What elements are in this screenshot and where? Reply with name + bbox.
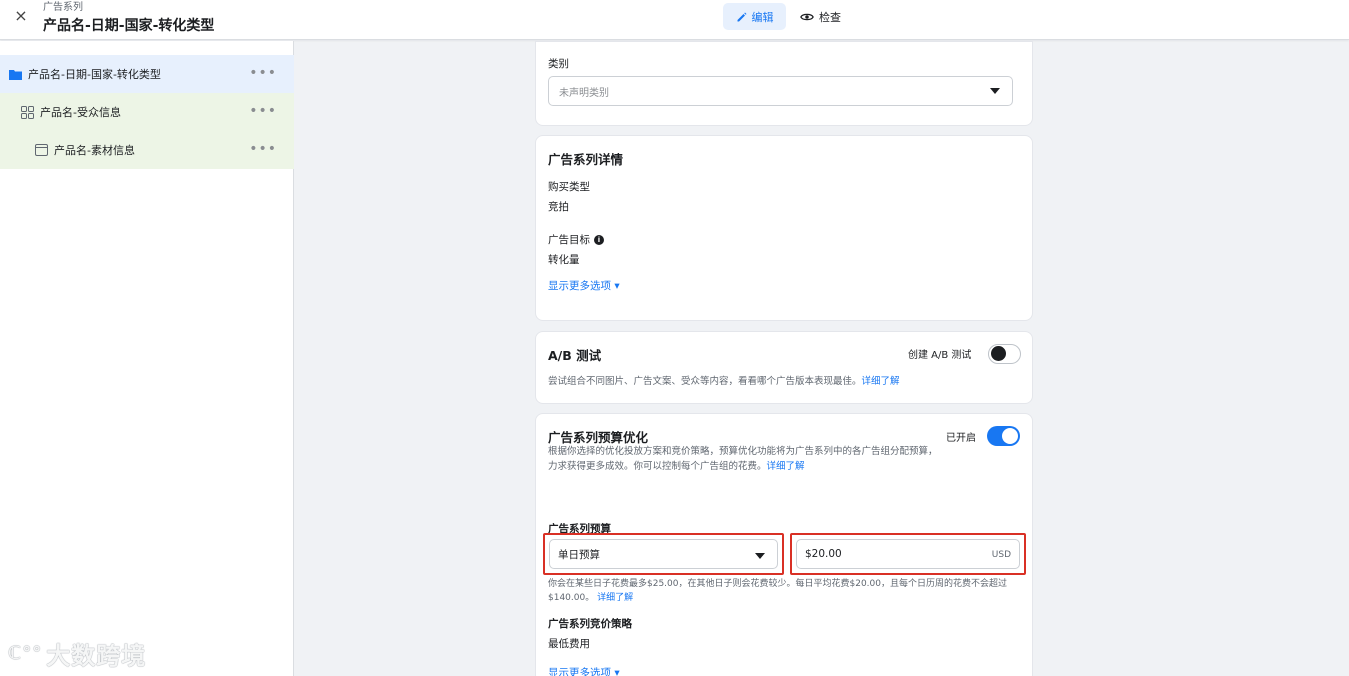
watermark-text: 大数跨境 — [46, 642, 147, 670]
budget-note: 你会在某些日子花费最多$25.00，在其他日子则会花费较少。每日平均花费$20.… — [548, 577, 1023, 605]
bid-strategy-label: 广告系列竞价策略 — [548, 618, 632, 630]
more-icon[interactable]: ••• — [249, 65, 277, 81]
ab-test-desc-text: 尝试组合不同图片、广告文案、受众等内容，看看哪个广告版本表现最佳。 — [548, 376, 862, 387]
budget-opt-desc-text: 根据你选择的优化投放方案和竞价策略，预算优化功能将为广告系列中的各广告组分配预算… — [548, 446, 938, 472]
ab-test-toggle-label: 创建 A/B 测试 — [908, 350, 972, 361]
budget-amount-value: $20.00 — [805, 548, 842, 560]
caret-down-icon — [755, 553, 765, 559]
toggle-knob — [1002, 428, 1018, 444]
budget-opt-toggle[interactable] — [987, 426, 1020, 446]
grid-icon — [20, 105, 34, 119]
ab-test-learn-more-link[interactable]: 详细了解 — [862, 376, 900, 387]
eye-icon — [800, 13, 814, 20]
budget-opt-description: 根据你选择的优化投放方案和竞价策略，预算优化功能将为广告系列中的各广告组分配预算… — [548, 444, 938, 474]
review-button-label: 检查 — [819, 10, 841, 24]
budget-amount-input[interactable]: $20.00 USD — [796, 539, 1020, 569]
objective-label-row: 广告目标 i — [548, 232, 604, 247]
budget-note-learn-more-link[interactable]: 详细了解 — [597, 593, 633, 603]
budget-opt-learn-more-link[interactable]: 详细了解 — [767, 461, 805, 472]
sidebar-item-label: 产品名-日期-国家-转化类型 — [28, 68, 161, 81]
budget-type-highlight: 单日预算 — [543, 533, 784, 575]
info-icon[interactable]: i — [594, 234, 604, 245]
breadcrumb-subtitle: 广告系列 — [43, 2, 83, 13]
sidebar-item-ad[interactable]: 产品名-素材信息 ••• — [0, 131, 294, 169]
sidebar: 产品名-日期-国家-转化类型 ••• 产品名-受众信息 ••• 产品名-素材信息… — [0, 41, 294, 676]
edit-button[interactable]: 编辑 — [723, 3, 786, 30]
caret-down-icon — [990, 88, 1000, 94]
sidebar-item-adset[interactable]: 产品名-受众信息 ••• — [0, 93, 294, 131]
review-button[interactable]: 检查 — [800, 3, 841, 30]
watermark-logo-icon: ℂ°° — [8, 643, 43, 664]
more-icon[interactable]: ••• — [249, 103, 277, 119]
bid-strategy-value: 最低费用 — [548, 638, 590, 650]
buy-type-value: 竞拍 — [548, 201, 569, 213]
objective-label: 广告目标 — [548, 234, 590, 246]
ab-test-toggle[interactable] — [988, 344, 1021, 364]
ad-icon — [34, 143, 48, 157]
budget-amount-highlight: $20.00 USD — [790, 533, 1026, 575]
category-select[interactable]: 未声明类别 — [548, 76, 1013, 106]
budget-optimization-card: 广告系列预算优化 已开启 根据你选择的优化投放方案和竞价策略，预算优化功能将为广… — [535, 413, 1033, 676]
buy-type-label: 购买类型 — [548, 181, 590, 193]
show-more-options-link[interactable]: 显示更多选项 ▾ — [548, 278, 620, 293]
ab-test-heading: A/B 测试 — [548, 348, 602, 363]
close-icon[interactable]: × — [12, 7, 30, 25]
ab-test-card: A/B 测试 创建 A/B 测试 尝试组合不同图片、广告文案、受众等内容，看看哪… — [535, 331, 1033, 404]
sidebar-item-campaign[interactable]: 产品名-日期-国家-转化类型 ••• — [0, 55, 294, 93]
page-title: 产品名-日期-国家-转化类型 — [43, 18, 215, 34]
campaign-details-card: 广告系列详情 购买类型 竞拍 广告目标 i 转化量 显示更多选项 ▾ — [535, 135, 1033, 321]
budget-type-value: 单日预算 — [558, 548, 600, 561]
budget-type-select[interactable]: 单日预算 — [549, 539, 778, 569]
more-icon[interactable]: ••• — [249, 141, 277, 157]
sidebar-item-label: 产品名-素材信息 — [54, 144, 135, 157]
edit-button-label: 编辑 — [751, 10, 774, 24]
show-more-options-link[interactable]: 显示更多选项 ▾ — [548, 665, 620, 676]
ab-test-description: 尝试组合不同图片、广告文案、受众等内容，看看哪个广告版本表现最佳。详细了解 — [548, 374, 900, 389]
category-select-value: 未声明类别 — [559, 87, 609, 99]
toggle-knob — [991, 346, 1006, 361]
category-label: 类别 — [548, 58, 569, 70]
category-card: 类别 未声明类别 — [535, 41, 1033, 126]
budget-opt-toggle-label: 已开启 — [946, 433, 976, 444]
sidebar-item-label: 产品名-受众信息 — [40, 106, 121, 119]
objective-value: 转化量 — [548, 254, 580, 266]
folder-icon — [8, 67, 22, 81]
details-heading: 广告系列详情 — [548, 152, 624, 167]
watermark: ℂ°° 大数跨境 — [8, 636, 146, 671]
pencil-icon — [737, 12, 746, 21]
top-bar: × 广告系列 产品名-日期-国家-转化类型 编辑 检查 — [0, 0, 1349, 40]
currency-label: USD — [991, 550, 1011, 560]
